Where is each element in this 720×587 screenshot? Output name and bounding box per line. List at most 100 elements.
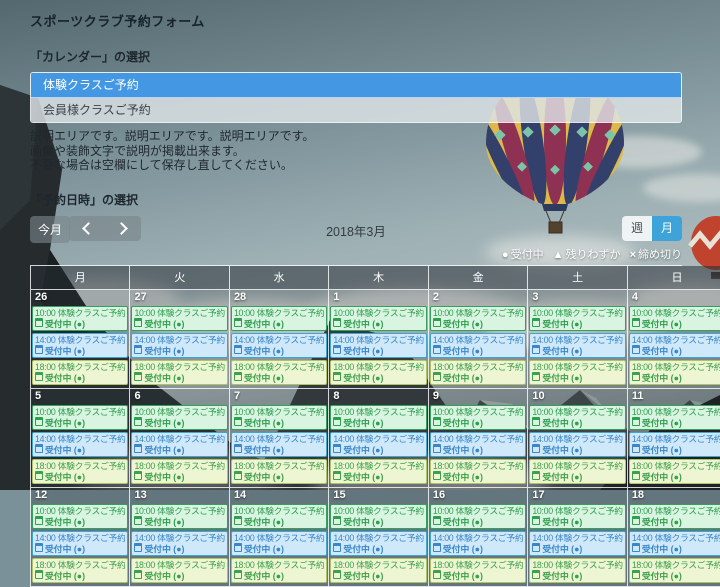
event-slot[interactable]: 10:00 体験クラスご予約受付中 (●) [330,306,426,331]
event-slot[interactable]: 14:00 体験クラスご予約受付中 (●) [529,531,625,556]
event-slot[interactable]: 10:00 体験クラスご予約受付中 (●) [529,504,625,529]
event-slot[interactable]: 14:00 体験クラスご予約受付中 (●) [529,333,625,358]
calendar-icon [532,345,540,354]
event-title: 18:00 体験クラスご予約 [134,560,224,570]
event-slot[interactable]: 14:00 体験クラスご予約受付中 (●) [430,432,526,457]
event-slot[interactable]: 14:00 体験クラスご予約受付中 (●) [131,432,227,457]
event-slot[interactable]: 18:00 体験クラスご予約受付中 (●) [430,459,526,484]
event-status: 受付中 (●) [532,318,622,329]
status-text: 受付中 (●) [244,517,284,527]
weekday-header: 日 [628,266,720,290]
event-slot[interactable]: 18:00 体験クラスご予約受付中 (●) [430,558,526,583]
calendar-icon [35,345,43,354]
event-slot[interactable]: 18:00 体験クラスご予約受付中 (●) [131,558,227,583]
event-slot[interactable]: 18:00 体験クラスご予約受付中 (●) [430,360,526,385]
event-status: 受付中 (●) [532,570,622,581]
status-text: 受付中 (●) [144,445,184,455]
event-slot[interactable]: 14:00 体験クラスご予約受付中 (●) [131,531,227,556]
event-slot[interactable]: 14:00 体験クラスご予約受付中 (●) [330,333,426,358]
event-slot[interactable]: 14:00 体験クラスご予約受付中 (●) [32,333,128,358]
calendar-option-trial[interactable]: 体験クラスご予約 [31,73,681,98]
event-slot[interactable]: 18:00 体験クラスご予約受付中 (●) [32,360,128,385]
event-slot[interactable]: 18:00 体験クラスご予約受付中 (●) [231,558,327,583]
event-slot[interactable]: 18:00 体験クラスご予約受付中 (●) [32,558,128,583]
event-slot[interactable]: 14:00 体験クラスご予約受付中 (●) [231,333,327,358]
event-slot[interactable]: 14:00 体験クラスご予約受付中 (●) [330,432,426,457]
event-status: 受付中 (●) [632,543,720,554]
event-slot[interactable]: 14:00 体験クラスご予約受付中 (●) [529,432,625,457]
event-slot[interactable]: 10:00 体験クラスご予約受付中 (●) [430,504,526,529]
legend-label: 締め切り [638,249,682,261]
event-slot[interactable]: 10:00 体験クラスご予約受付中 (●) [629,306,720,331]
event-slot[interactable]: 14:00 体験クラスご予約受付中 (●) [430,531,526,556]
day-number: 7 [230,389,328,404]
event-status: 受付中 (●) [333,516,423,527]
event-slot[interactable]: 10:00 体験クラスご予約受付中 (●) [131,306,227,331]
event-slot[interactable]: 10:00 体験クラスご予約受付中 (●) [131,504,227,529]
status-text: 受付中 (●) [244,319,284,329]
event-slot[interactable]: 10:00 体験クラスご予約受付中 (●) [529,405,625,430]
event-slot[interactable]: 18:00 体験クラスご予約受付中 (●) [32,459,128,484]
event-slot[interactable]: 10:00 体験クラスご予約受付中 (●) [330,504,426,529]
event-slot[interactable]: 18:00 体験クラスご予約受付中 (●) [131,459,227,484]
week-view-button[interactable]: 週 [622,216,652,241]
status-text: 受付中 (●) [144,373,184,383]
event-slot[interactable]: 18:00 体験クラスご予約受付中 (●) [529,360,625,385]
event-slot[interactable]: 14:00 体験クラスご予約受付中 (●) [32,432,128,457]
event-slot[interactable]: 14:00 体験クラスご予約受付中 (●) [629,531,720,556]
event-slot[interactable]: 18:00 体験クラスご予約受付中 (●) [231,459,327,484]
calendar-icon [433,345,441,354]
event-slot[interactable]: 10:00 体験クラスご予約受付中 (●) [529,306,625,331]
event-title: 18:00 体験クラスご予約 [234,560,324,570]
event-slot[interactable]: 10:00 体験クラスご予約受付中 (●) [629,405,720,430]
event-slot[interactable]: 18:00 体験クラスご予約受付中 (●) [629,360,720,385]
event-slot[interactable]: 14:00 体験クラスご予約受付中 (●) [330,531,426,556]
event-slot[interactable]: 14:00 体験クラスご予約受付中 (●) [430,333,526,358]
event-slot[interactable]: 14:00 体験クラスご予約受付中 (●) [231,432,327,457]
event-slot[interactable]: 18:00 体験クラスご予約受付中 (●) [131,360,227,385]
event-status: 受付中 (●) [433,318,523,329]
event-slot[interactable]: 10:00 体験クラスご予約受付中 (●) [131,405,227,430]
event-slot[interactable]: 10:00 体験クラスご予約受付中 (●) [330,405,426,430]
event-slot[interactable]: 10:00 体験クラスご予約受付中 (●) [231,504,327,529]
event-slot[interactable]: 18:00 体験クラスご予約受付中 (●) [529,459,625,484]
event-slot[interactable]: 10:00 体験クラスご予約受付中 (●) [430,405,526,430]
event-slot[interactable]: 14:00 体験クラスご予約受付中 (●) [231,531,327,556]
event-status: 受付中 (●) [433,471,523,482]
event-slot[interactable]: 10:00 体験クラスご予約受付中 (●) [32,504,128,529]
status-text: 受付中 (●) [542,571,582,581]
event-slot[interactable]: 14:00 体験クラスご予約受付中 (●) [131,333,227,358]
calendar-icon [333,444,341,453]
event-slot[interactable]: 10:00 体験クラスご予約受付中 (●) [231,306,327,331]
event-slot[interactable]: 18:00 体験クラスご予約受付中 (●) [629,558,720,583]
event-slot[interactable]: 18:00 体験クラスご予約受付中 (●) [330,558,426,583]
event-slot[interactable]: 10:00 体験クラスご予約受付中 (●) [32,306,128,331]
status-text: 受付中 (●) [144,571,184,581]
calendar-icon [333,471,341,480]
day-cell: 2810:00 体験クラスご予約受付中 (●)14:00 体験クラスご予約受付中… [230,290,329,389]
calendar-icon [632,516,640,525]
event-slot[interactable]: 18:00 体験クラスご予約受付中 (●) [330,459,426,484]
event-title: 10:00 体験クラスご予約 [134,308,224,318]
event-status: 受付中 (●) [35,570,125,581]
event-slot[interactable]: 10:00 体験クラスご予約受付中 (●) [430,306,526,331]
event-slot[interactable]: 18:00 体験クラスご予約受付中 (●) [529,558,625,583]
calendar-icon [433,471,441,480]
event-slot[interactable]: 14:00 体験クラスご予約受付中 (●) [629,333,720,358]
event-status: 受付中 (●) [234,570,324,581]
event-status: 受付中 (●) [35,318,125,329]
event-title: 18:00 体験クラスご予約 [632,362,720,372]
event-slot[interactable]: 18:00 体験クラスご予約受付中 (●) [231,360,327,385]
event-slot[interactable]: 10:00 体験クラスご予約受付中 (●) [231,405,327,430]
event-slot[interactable]: 14:00 体験クラスご予約受付中 (●) [629,432,720,457]
event-slot[interactable]: 10:00 体験クラスご予約受付中 (●) [629,504,720,529]
event-slot[interactable]: 18:00 体験クラスご予約受付中 (●) [330,360,426,385]
month-view-button[interactable]: 月 [652,216,682,241]
calendar-option-member[interactable]: 会員様クラスご予約 [31,98,681,122]
event-slot[interactable]: 18:00 体験クラスご予約受付中 (●) [629,459,720,484]
event-status: 受付中 (●) [333,444,423,455]
event-status: 受付中 (●) [632,417,720,428]
weekday-header: 火 [130,266,229,290]
event-slot[interactable]: 10:00 体験クラスご予約受付中 (●) [32,405,128,430]
event-slot[interactable]: 14:00 体験クラスご予約受付中 (●) [32,531,128,556]
